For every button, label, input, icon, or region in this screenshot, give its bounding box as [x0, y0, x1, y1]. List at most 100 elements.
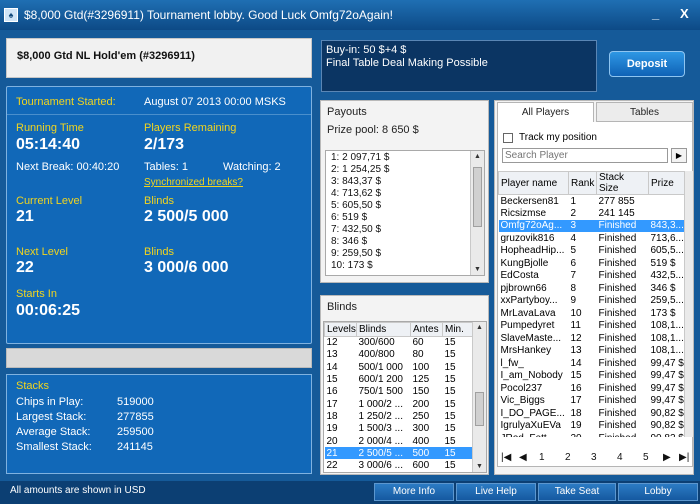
player-row[interactable]: Vic_Biggs 17 Finished 99,47 $: [499, 395, 685, 408]
blinds-column-header[interactable]: Antes: [410, 322, 443, 337]
players-column-header[interactable]: Stack Size: [596, 171, 649, 195]
tab-tables[interactable]: Tables: [596, 102, 693, 122]
scroll-down-icon[interactable]: ▼: [476, 463, 483, 470]
player-row[interactable]: IgrulyaXuEVa 19 Finished 90,82 $: [499, 420, 685, 433]
player-row[interactable]: EdCosta 7 Finished 432,5...: [499, 270, 685, 283]
blinds-row[interactable]: 21 2 500/5 ... 500 15: [324, 447, 475, 460]
blinds-cell: 1 000/2 ...: [358, 398, 403, 410]
player-row[interactable]: Pocol237 16 Finished 99,47 $: [499, 382, 685, 395]
last-page-icon[interactable]: ▶|: [679, 452, 689, 463]
blinds-row[interactable]: 18 1 250/2 ... 250 15: [325, 410, 475, 422]
payouts-list[interactable]: 1: 2 097,71 $2: 1 254,25 $3: 843,37 $4: …: [325, 150, 485, 276]
page-link[interactable]: 5: [643, 452, 649, 463]
player-row[interactable]: l_fw_ 14 Finished 99,47 $: [499, 357, 685, 370]
blinds-table[interactable]: Levels Blinds Antes Min. 12 300/600 60 15 13 400…: [323, 321, 487, 473]
player-cell: 14: [570, 357, 582, 369]
player-cell: Finished: [598, 382, 637, 394]
deposit-button[interactable]: Deposit: [609, 51, 685, 77]
payout-item: 7: 432,50 $: [331, 224, 382, 235]
payouts-scrollbar[interactable]: ▲ ▼: [470, 151, 484, 275]
players-list[interactable]: Player name Rank Stack Size Prize Beckersen…: [498, 171, 684, 437]
blinds-scrollbar[interactable]: ▲ ▼: [472, 322, 486, 472]
player-cell: JRod_Fett: [499, 432, 569, 437]
blinds-cell: 20: [326, 435, 338, 447]
more-info-button[interactable]: More Info: [374, 483, 454, 501]
player-row[interactable]: Ricsizmse 2 241 145: [499, 207, 685, 220]
search-go-icon[interactable]: ▶: [671, 148, 687, 163]
payout-item: 8: 346 $: [331, 236, 368, 247]
blinds-cell: 15: [444, 460, 456, 472]
player-row[interactable]: I_am_Nobody 15 Finished 99,47 $: [499, 370, 685, 383]
blinds-row[interactable]: 15 600/1 200 125 15: [325, 373, 475, 385]
player-cell: 6: [570, 257, 577, 269]
minimize-button[interactable]: _: [652, 6, 659, 21]
player-cell: 241 145: [598, 207, 635, 219]
player-row[interactable]: SlaveMaste... 12 Finished 108,1...: [499, 332, 685, 345]
player-cell: 108,1...: [650, 345, 684, 357]
live-help-button[interactable]: Live Help: [456, 483, 536, 501]
scroll-up-icon[interactable]: ▲: [476, 324, 483, 331]
close-button[interactable]: X: [680, 6, 689, 21]
scroll-thumb[interactable]: [475, 392, 484, 426]
prev-page-icon[interactable]: ◀: [519, 452, 527, 463]
player-row[interactable]: MrsHankey 13 Finished 108,1...: [499, 345, 685, 358]
take-seat-button[interactable]: Take Seat: [538, 483, 616, 501]
blinds-column-header[interactable]: Levels: [324, 322, 357, 337]
player-row[interactable]: Omfg72oAg... 3 Finished 843,3...: [498, 219, 684, 232]
scroll-up-icon[interactable]: ▲: [474, 153, 481, 160]
player-row[interactable]: xxPartyboy... 9 Finished 259,5...: [499, 295, 685, 308]
players-scrollbar[interactable]: [684, 171, 693, 437]
payouts-panel: Payouts Prize pool: 8 650 $ 1: 2 097,71 …: [320, 100, 489, 283]
player-row[interactable]: HopheadHip... 5 Finished 605,5...: [499, 245, 685, 258]
first-page-icon[interactable]: |◀: [501, 452, 511, 463]
player-row[interactable]: Pumpedyret 11 Finished 108,1...: [499, 320, 685, 333]
blinds-cell: 1 500/3 ...: [358, 423, 403, 435]
players-column-header[interactable]: Prize: [648, 171, 684, 195]
blinds-row[interactable]: 13 400/800 80 15: [325, 349, 475, 361]
stacks-panel: Stacks Chips in Play: 519000 Largest Sta…: [6, 374, 312, 474]
scroll-down-icon[interactable]: ▼: [474, 266, 481, 273]
player-cell: 108,1...: [650, 332, 684, 344]
blinds-column-header[interactable]: Min.: [442, 322, 475, 337]
search-player-input[interactable]: [502, 148, 668, 163]
blinds-row[interactable]: 22 3 000/6 ... 600 15: [325, 459, 475, 471]
track-position-checkbox[interactable]: [503, 133, 513, 143]
blinds-row[interactable]: 12 300/600 60 15: [325, 337, 475, 349]
running-time-label: Running Time: [16, 122, 84, 134]
blinds-cell: 500: [410, 447, 443, 460]
player-row[interactable]: gruzovik816 4 Finished 713,6...: [499, 232, 685, 245]
blinds-row[interactable]: 14 500/1 000 100 15: [325, 361, 475, 373]
blinds-row[interactable]: 16 750/1 500 150 15: [325, 386, 475, 398]
player-row[interactable]: Beckersen81 1 277 855: [499, 195, 685, 208]
page-link[interactable]: 1: [539, 452, 545, 463]
tab-all-players[interactable]: All Players: [497, 102, 594, 122]
lobby-button[interactable]: Lobby: [618, 483, 698, 501]
player-cell: [649, 207, 685, 220]
blinds-row[interactable]: 20 2 000/4 ... 400 15: [325, 435, 475, 447]
next-blinds-label: Blinds: [144, 246, 174, 258]
player-row[interactable]: KungBjolle 6 Finished 519 $: [499, 257, 685, 270]
player-cell: HopheadHip...: [500, 245, 565, 257]
player-row[interactable]: I_DO_PAGE... 18 Finished 90,82 $: [499, 407, 685, 420]
blinds-cell: 14: [326, 361, 338, 373]
blinds-row[interactable]: 19 1 500/3 ... 300 15: [325, 423, 475, 435]
current-level-label: Current Level: [16, 195, 83, 207]
blinds-cell: 2 000/4 ...: [358, 435, 403, 447]
players-column-header[interactable]: Player name: [498, 171, 569, 195]
scroll-thumb[interactable]: [473, 167, 482, 227]
page-link[interactable]: 2: [565, 452, 571, 463]
blinds-row[interactable]: 17 1 000/2 ... 200 15: [325, 398, 475, 410]
blinds-cell: 1 250/2 ...: [358, 410, 403, 422]
page-link[interactable]: 4: [617, 452, 623, 463]
synchronized-breaks-link[interactable]: Synchronized breaks?: [144, 177, 243, 188]
page-link[interactable]: 3: [591, 452, 597, 463]
player-cell: 99,47 $: [650, 370, 684, 382]
blinds-cell: 150: [412, 386, 430, 398]
blinds-column-header[interactable]: Blinds: [356, 322, 411, 337]
player-row[interactable]: pjbrown66 8 Finished 346 $: [499, 282, 685, 295]
players-column-header[interactable]: Rank: [568, 171, 597, 195]
player-row[interactable]: MrLavaLava 10 Finished 173 $: [499, 307, 685, 320]
player-row[interactable]: JRod_Fett20Finished90,82 $: [499, 432, 685, 437]
next-page-icon[interactable]: ▶: [663, 452, 671, 463]
player-cell: Finished: [597, 432, 649, 437]
